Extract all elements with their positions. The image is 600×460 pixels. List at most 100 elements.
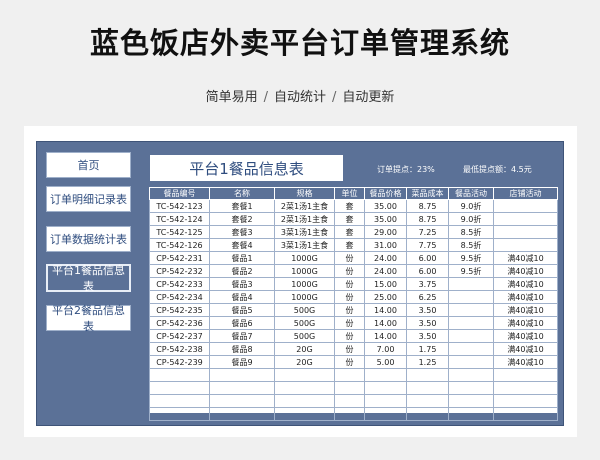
- table-cell[interactable]: CP-542-239: [149, 355, 210, 369]
- table-cell[interactable]: TC-542-123: [149, 199, 210, 213]
- table-cell[interactable]: 餐品1: [209, 251, 275, 265]
- table-cell[interactable]: 9.0折: [448, 199, 494, 213]
- table-cell[interactable]: 满40减10: [493, 342, 558, 356]
- table-cell[interactable]: [448, 290, 494, 304]
- table-row[interactable]: CP-542-236 餐品6 500G 份 14.00 3.50 满40减10: [149, 316, 558, 330]
- table-cell[interactable]: 31.00: [364, 238, 407, 252]
- table-cell[interactable]: TC-542-126: [149, 238, 210, 252]
- table-cell[interactable]: [448, 277, 494, 291]
- table-cell[interactable]: [274, 381, 335, 395]
- table-row[interactable]: TC-542-123 套餐1 2菜1汤1主食套 35.00 8.75 9.0折: [149, 199, 558, 213]
- table-cell[interactable]: 满40减10: [493, 277, 558, 291]
- table-cell[interactable]: [493, 238, 558, 252]
- table-cell[interactable]: [209, 407, 275, 421]
- table-cell[interactable]: 2菜1汤1主食: [274, 212, 335, 226]
- table-cell[interactable]: 6.25: [406, 290, 449, 304]
- table-cell[interactable]: [493, 394, 558, 408]
- table-cell[interactable]: 份: [334, 316, 365, 330]
- table-cell[interactable]: 套餐3: [209, 225, 275, 239]
- table-cell[interactable]: 餐品7: [209, 329, 275, 343]
- table-row[interactable]: CP-542-232 餐品2 1000G 份 24.00 6.00 9.5折 满40减10: [149, 264, 558, 278]
- table-cell[interactable]: [406, 381, 449, 395]
- table-cell[interactable]: 20G: [274, 355, 335, 369]
- table-cell[interactable]: 餐品2: [209, 264, 275, 278]
- table-cell[interactable]: 500G: [274, 303, 335, 317]
- table-cell[interactable]: [149, 368, 210, 382]
- table-cell[interactable]: 7.75: [406, 238, 449, 252]
- table-cell[interactable]: [149, 381, 210, 395]
- table-cell[interactable]: 7.25: [406, 225, 449, 239]
- table-cell[interactable]: 9.5折: [448, 251, 494, 265]
- table-cell[interactable]: [448, 303, 494, 317]
- table-cell[interactable]: CP-542-233: [149, 277, 210, 291]
- table-cell[interactable]: CP-542-232: [149, 264, 210, 278]
- nav-platform1-menu-button[interactable]: 平台1餐品信息表: [46, 264, 131, 293]
- table-row[interactable]: CP-542-235 餐品5 500G 份 14.00 3.50 满40减10: [149, 303, 558, 317]
- table-row[interactable]: CP-542-233 餐品3 1000G 份 15.00 3.75 满40减10: [149, 277, 558, 291]
- table-cell[interactable]: [406, 407, 449, 421]
- table-cell[interactable]: CP-542-231: [149, 251, 210, 265]
- table-cell[interactable]: 14.00: [364, 303, 407, 317]
- table-cell[interactable]: 25.00: [364, 290, 407, 304]
- table-cell[interactable]: 8.75: [406, 199, 449, 213]
- table-cell[interactable]: 15.00: [364, 277, 407, 291]
- table-cell[interactable]: [274, 368, 335, 382]
- table-cell[interactable]: 500G: [274, 316, 335, 330]
- table-cell[interactable]: TC-542-125: [149, 225, 210, 239]
- table-cell[interactable]: 24.00: [364, 251, 407, 265]
- table-cell[interactable]: 餐品4: [209, 290, 275, 304]
- table-row[interactable]: CP-542-237 餐品7 500G 份 14.00 3.50 满40减10: [149, 329, 558, 343]
- table-cell[interactable]: 份: [334, 277, 365, 291]
- table-cell[interactable]: [364, 381, 407, 395]
- table-cell[interactable]: [364, 394, 407, 408]
- table-cell[interactable]: 满40减10: [493, 290, 558, 304]
- table-cell[interactable]: 6.00: [406, 251, 449, 265]
- table-cell[interactable]: 餐品8: [209, 342, 275, 356]
- table-cell[interactable]: 3.50: [406, 316, 449, 330]
- table-cell[interactable]: [493, 368, 558, 382]
- table-cell[interactable]: 8.75: [406, 212, 449, 226]
- table-row[interactable]: CP-542-239 餐品9 20G 份 5.00 1.25 满40减10: [149, 355, 558, 369]
- table-row-empty[interactable]: [149, 394, 558, 408]
- table-cell[interactable]: 满40减10: [493, 264, 558, 278]
- table-cell[interactable]: 3菜1汤1主食: [274, 238, 335, 252]
- table-cell[interactable]: 3菜1汤1主食: [274, 225, 335, 239]
- table-cell[interactable]: [209, 368, 275, 382]
- table-cell[interactable]: 1000G: [274, 264, 335, 278]
- table-cell[interactable]: CP-542-238: [149, 342, 210, 356]
- table-cell[interactable]: [274, 407, 335, 421]
- table-cell[interactable]: [493, 381, 558, 395]
- table-cell[interactable]: 9.5折: [448, 264, 494, 278]
- table-cell[interactable]: 餐品9: [209, 355, 275, 369]
- table-cell[interactable]: 份: [334, 329, 365, 343]
- table-cell[interactable]: 1.75: [406, 342, 449, 356]
- table-cell[interactable]: 29.00: [364, 225, 407, 239]
- table-cell[interactable]: CP-542-236: [149, 316, 210, 330]
- table-cell[interactable]: 套餐1: [209, 199, 275, 213]
- table-cell[interactable]: [448, 368, 494, 382]
- table-cell[interactable]: 14.00: [364, 329, 407, 343]
- table-cell[interactable]: [493, 199, 558, 213]
- table-row[interactable]: TC-542-124 套餐2 2菜1汤1主食套 35.00 8.75 9.0折: [149, 212, 558, 226]
- table-cell[interactable]: 餐品3: [209, 277, 275, 291]
- table-row-empty[interactable]: [149, 381, 558, 395]
- table-cell[interactable]: [149, 407, 210, 421]
- table-cell[interactable]: 份: [334, 290, 365, 304]
- table-cell[interactable]: 14.00: [364, 316, 407, 330]
- table-cell[interactable]: [334, 394, 365, 408]
- table-cell[interactable]: [448, 316, 494, 330]
- table-cell[interactable]: [448, 407, 494, 421]
- table-cell[interactable]: 满40减10: [493, 355, 558, 369]
- table-cell[interactable]: 1000G: [274, 251, 335, 265]
- table-cell[interactable]: 2菜1汤1主食: [274, 199, 335, 213]
- table-cell[interactable]: [448, 329, 494, 343]
- table-cell[interactable]: 20G: [274, 342, 335, 356]
- table-cell[interactable]: 35.00: [364, 199, 407, 213]
- table-cell[interactable]: 3.50: [406, 329, 449, 343]
- table-cell[interactable]: [406, 368, 449, 382]
- table-cell[interactable]: 8.5折: [448, 238, 494, 252]
- table-cell[interactable]: [493, 225, 558, 239]
- table-cell[interactable]: CP-542-235: [149, 303, 210, 317]
- table-cell[interactable]: [334, 381, 365, 395]
- table-cell[interactable]: [274, 394, 335, 408]
